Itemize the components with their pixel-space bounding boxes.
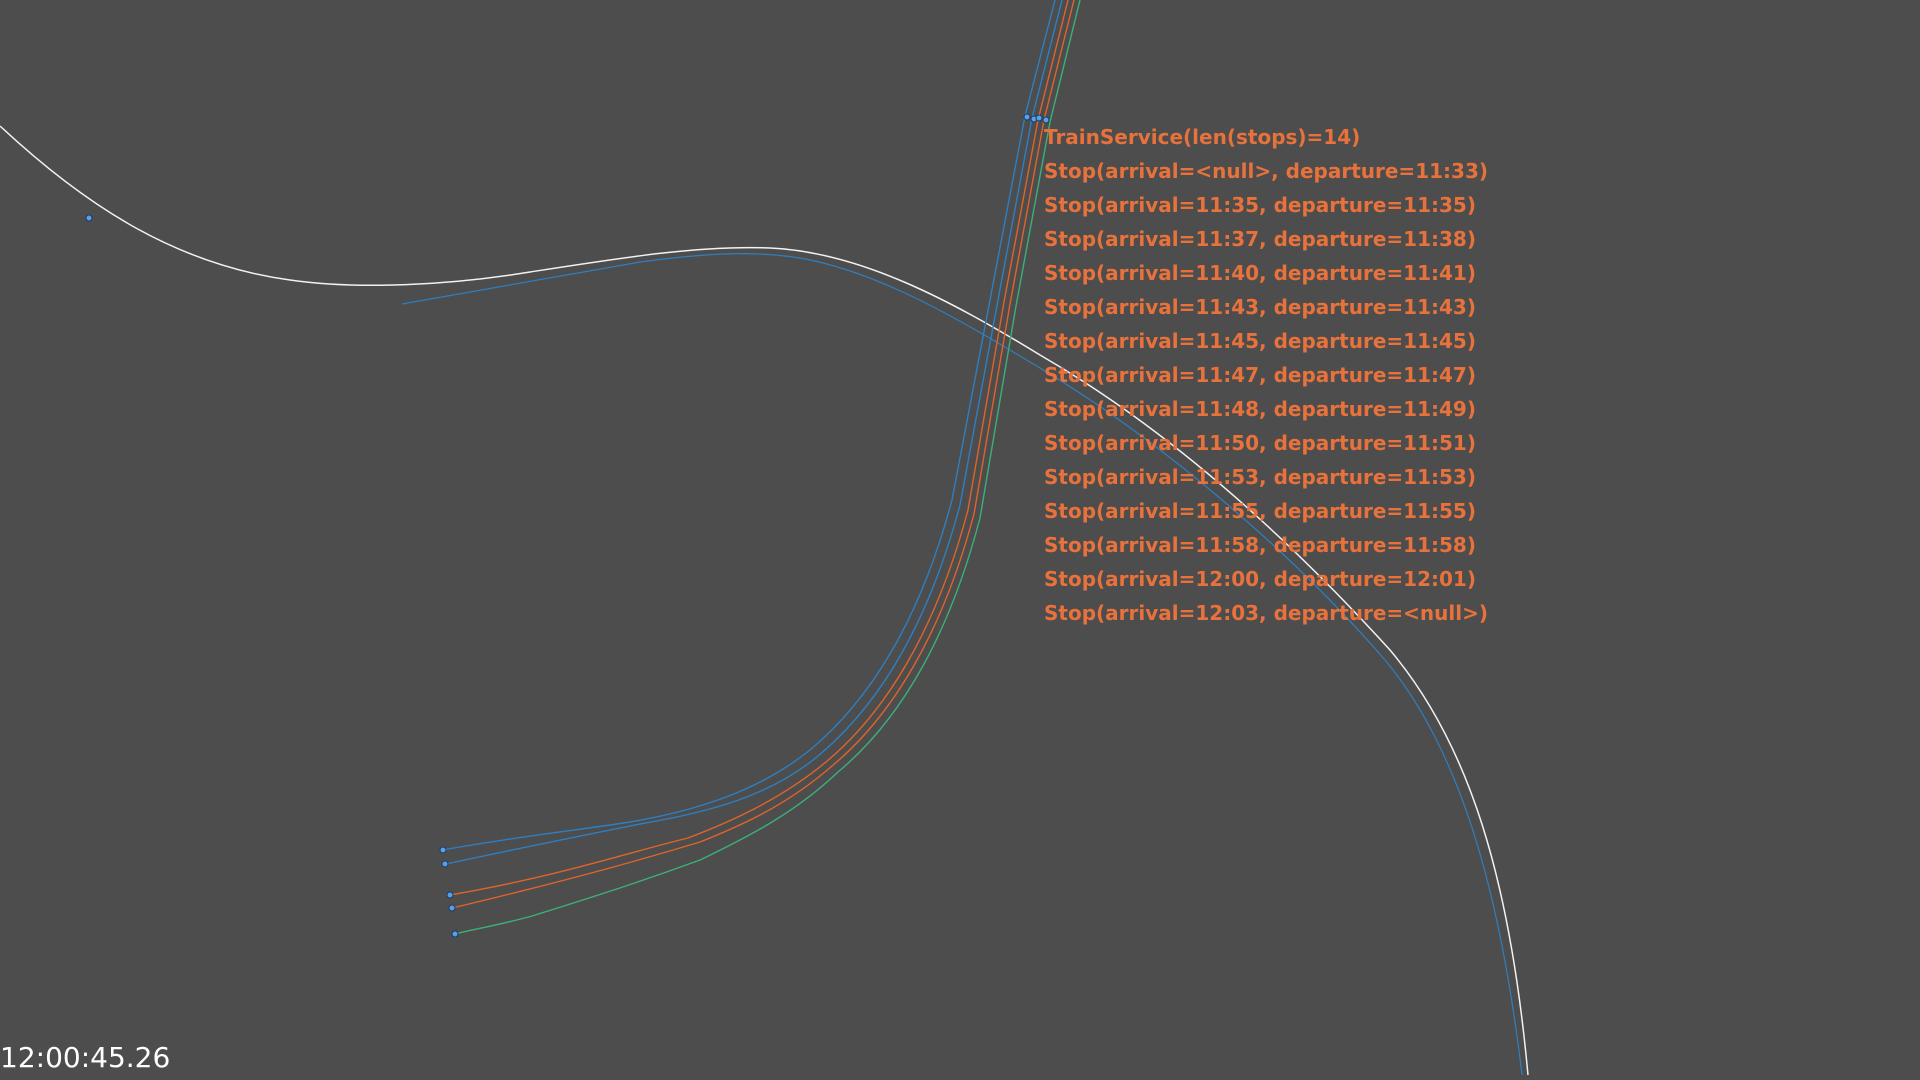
station-markers: [85, 113, 1050, 938]
map-canvas[interactable]: TrainService(len(stops)=14) Stop(arrival…: [0, 0, 1920, 1080]
stop-row: Stop(arrival=<null>, departure=11:33): [1044, 159, 1488, 183]
stop-row: Stop(arrival=11:55, departure=11:55): [1044, 499, 1476, 523]
stop-row: Stop(arrival=11:53, departure=11:53): [1044, 465, 1476, 489]
stop-row: Stop(arrival=11:50, departure=11:51): [1044, 431, 1476, 455]
station-marker[interactable]: [441, 860, 449, 868]
track-blue-2: [445, 0, 1063, 865]
simulation-clock: 12:00:45.26: [0, 1041, 171, 1074]
stop-row: Stop(arrival=12:03, departure=<null>): [1044, 601, 1488, 625]
stop-row: Stop(arrival=11:58, departure=11:58): [1044, 533, 1476, 557]
stop-row: Stop(arrival=11:37, departure=11:38): [1044, 227, 1476, 251]
station-marker[interactable]: [446, 891, 454, 899]
station-marker[interactable]: [1023, 113, 1031, 121]
track-orange-1: [449, 0, 1069, 896]
stop-row: Stop(arrival=12:00, departure=12:01): [1044, 567, 1476, 591]
train-service-info: TrainService(len(stops)=14) Stop(arrival…: [1044, 120, 1488, 630]
station-marker[interactable]: [451, 930, 459, 938]
station-marker[interactable]: [85, 214, 93, 222]
track-map[interactable]: [0, 0, 1920, 1080]
stop-row: Stop(arrival=11:47, departure=11:47): [1044, 363, 1476, 387]
track-blue-1: [442, 0, 1056, 851]
station-marker[interactable]: [1035, 114, 1043, 122]
station-marker[interactable]: [448, 904, 456, 912]
stop-row: Stop(arrival=11:40, departure=11:41): [1044, 261, 1476, 285]
stop-row: Stop(arrival=11:35, departure=11:35): [1044, 193, 1476, 217]
track-green-1: [454, 0, 1081, 935]
stop-row: Stop(arrival=11:45, departure=11:45): [1044, 329, 1476, 353]
service-header: TrainService(len(stops)=14): [1044, 125, 1361, 149]
stop-row: Stop(arrival=11:48, departure=11:49): [1044, 397, 1476, 421]
stop-row: Stop(arrival=11:43, departure=11:43): [1044, 295, 1476, 319]
track-orange-2: [451, 0, 1075, 909]
station-marker[interactable]: [439, 846, 447, 854]
